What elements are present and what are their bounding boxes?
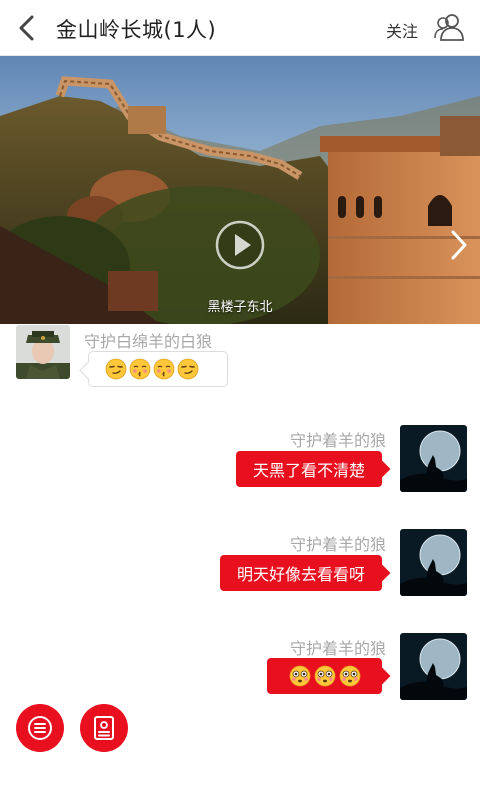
message-text: 明天好像去看看呀: [236, 565, 365, 584]
profile-card-button[interactable]: [80, 704, 128, 752]
play-icon: [215, 220, 265, 270]
sender-name: 守护着羊的狼: [289, 535, 386, 554]
list-icon: [28, 716, 52, 740]
banner-caption: 黑楼子东北: [207, 300, 273, 315]
avatar-image: [400, 425, 467, 492]
smirk-emoji-icon: [105, 358, 127, 380]
avatar-wolf[interactable]: [400, 633, 467, 700]
flushed-emoji-icon: [314, 665, 335, 687]
id-card-icon: [94, 716, 114, 740]
message-bubble-outgoing[interactable]: [267, 658, 382, 694]
message-text: 天黑了看不清楚: [252, 461, 365, 480]
kiss-emoji-icon: [129, 358, 151, 380]
avatar-wolf[interactable]: [400, 529, 467, 596]
flushed-emoji-icon: [289, 665, 310, 687]
video-banner[interactable]: 黑楼子东北: [0, 56, 480, 324]
avatar-wolf[interactable]: [400, 425, 467, 492]
kiss-emoji-icon: [153, 358, 175, 380]
message-bubble-outgoing[interactable]: 天黑了看不清楚: [236, 451, 382, 487]
members-button[interactable]: [432, 10, 466, 44]
avatar-image: [16, 325, 70, 379]
chevron-left-icon: [19, 15, 34, 41]
great-wall-photo: [0, 56, 480, 324]
flushed-emoji-icon: [339, 665, 360, 687]
avatar-image: [400, 633, 467, 700]
avatar-image: [400, 529, 467, 596]
avatar-white-wolf[interactable]: [16, 325, 70, 379]
chat-screen: 金山岭长城(1人) 关注 黑楼子东北 守护白绵羊的白狼 守护着羊的狼 天黑了看不…: [0, 0, 480, 800]
menu-button[interactable]: [16, 704, 64, 752]
smirk-emoji-icon: [177, 358, 199, 380]
message-bubble-incoming[interactable]: [88, 351, 228, 387]
play-button[interactable]: [214, 219, 266, 271]
sender-name: 守护白绵羊的白狼: [84, 332, 213, 351]
message-bubble-outgoing[interactable]: 明天好像去看看呀: [220, 555, 382, 591]
follow-button[interactable]: 关注: [386, 18, 418, 42]
sender-name: 守护着羊的狼: [289, 431, 386, 450]
back-button[interactable]: [12, 12, 44, 44]
group-icon: [434, 14, 464, 41]
next-button[interactable]: [448, 228, 470, 262]
page-title: 金山岭长城(1人): [56, 18, 217, 42]
top-bar: 金山岭长城(1人) 关注: [0, 0, 480, 56]
sender-name: 守护着羊的狼: [289, 639, 386, 658]
chevron-right-icon: [451, 230, 467, 260]
